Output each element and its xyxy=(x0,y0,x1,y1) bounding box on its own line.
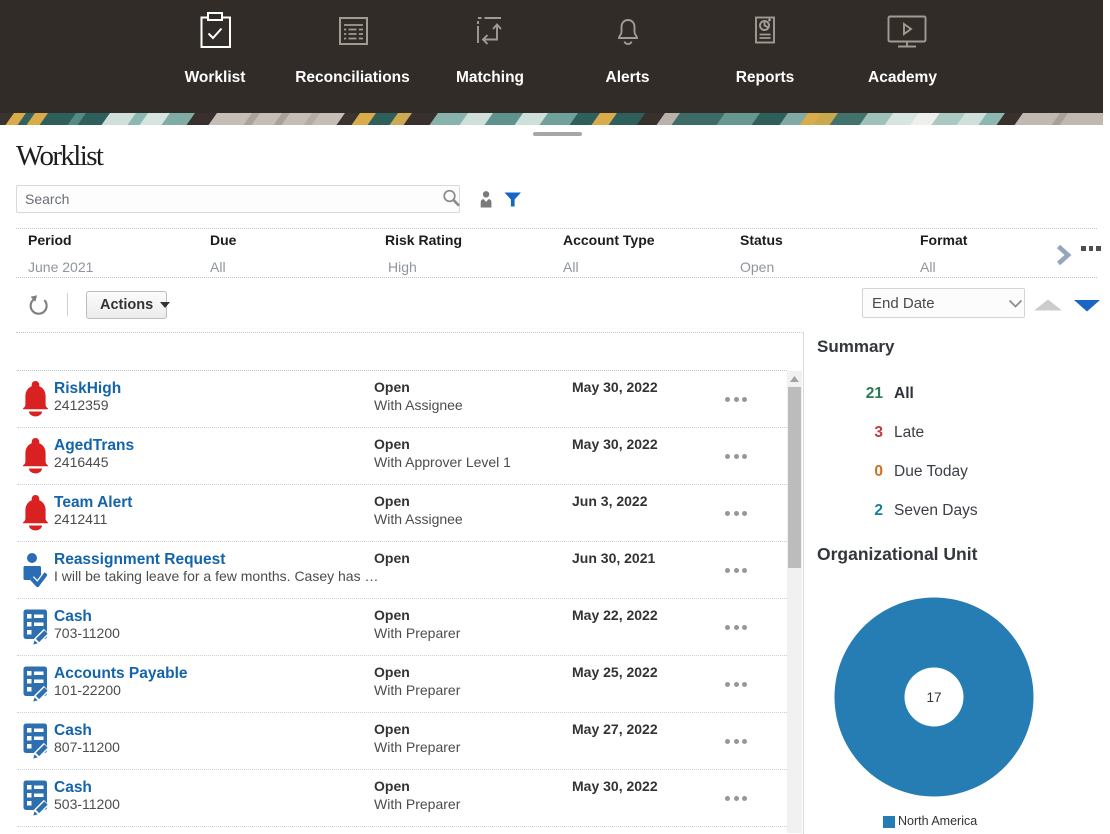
svg-text:17: 17 xyxy=(926,690,941,705)
